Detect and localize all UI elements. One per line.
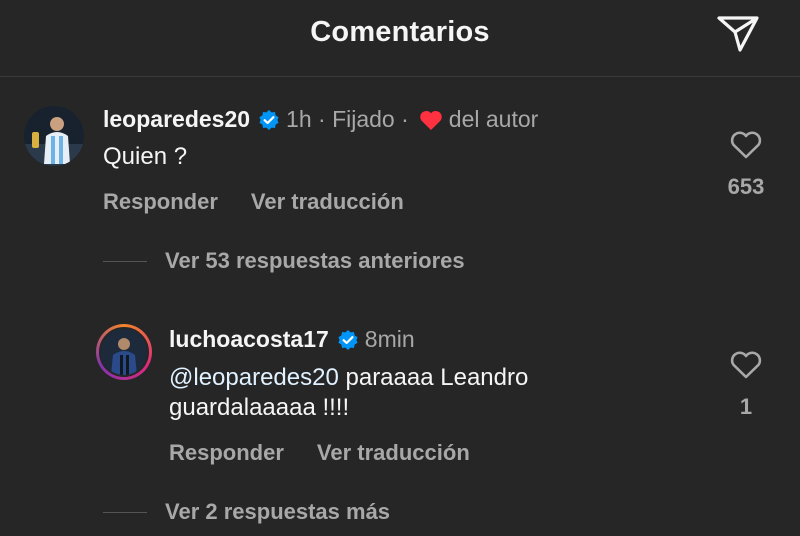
reply-button[interactable]: Responder [103, 189, 218, 215]
separator: · [311, 106, 333, 132]
heart-outline-icon [730, 351, 762, 379]
share-button[interactable] [714, 12, 762, 56]
avatar-image [101, 329, 147, 375]
comment-actions: Responder Ver traducción [103, 189, 404, 215]
like-count: 1 [739, 394, 753, 419]
mention-link[interactable]: @leoparedes20 [169, 364, 339, 391]
page-title: Comentarios [310, 16, 490, 48]
avatar-image [24, 106, 84, 166]
avatar-story-ring[interactable] [96, 324, 152, 380]
author-heart-icon [419, 109, 443, 131]
username[interactable]: luchoacosta17 [169, 326, 329, 353]
username[interactable]: leoparedes20 [103, 106, 250, 133]
reply-text: @leoparedes20 paraaaa Leandro guardalaaa… [169, 363, 609, 423]
comment-header: leoparedes20 1h · Fijado · del autor [103, 106, 538, 133]
view-more-label: Ver 2 respuestas más [165, 499, 391, 524]
reply-button[interactable]: Responder [169, 440, 284, 466]
send-icon [717, 16, 759, 52]
translate-button[interactable]: Ver traducción [251, 189, 404, 215]
comment-text: Quien ? [103, 143, 188, 170]
translate-button[interactable]: Ver traducción [317, 440, 470, 466]
view-previous-replies[interactable]: Ver 53 respuestas anteriores [103, 248, 465, 274]
reply-actions: Responder Ver traducción [169, 440, 470, 466]
view-more-replies[interactable]: Ver 2 respuestas más [103, 499, 390, 525]
comment-like: 653 [706, 130, 786, 200]
reply-time: 8min [364, 326, 415, 352]
reply-like: 1 [706, 350, 786, 420]
comments-screen: Comentarios leoparedes20 1h · Fijado · d… [0, 0, 800, 536]
comment-time: 1h [286, 106, 312, 132]
like-count: 653 [727, 174, 765, 199]
author-like-label: del autor [448, 106, 539, 132]
reply-header: luchoacosta17 8min [169, 326, 415, 353]
verified-badge-icon [337, 329, 359, 351]
header: Comentarios [0, 0, 800, 77]
verified-badge-icon [258, 109, 280, 131]
divider-line [103, 511, 147, 513]
avatar [99, 327, 149, 377]
pinned-label: Fijado [332, 106, 395, 132]
like-button[interactable] [729, 130, 763, 160]
like-button[interactable] [729, 350, 763, 380]
view-previous-label: Ver 53 respuestas anteriores [165, 248, 465, 273]
avatar[interactable] [24, 106, 84, 166]
heart-outline-icon [730, 131, 762, 159]
separator: · [394, 106, 409, 132]
divider-line [103, 260, 147, 262]
